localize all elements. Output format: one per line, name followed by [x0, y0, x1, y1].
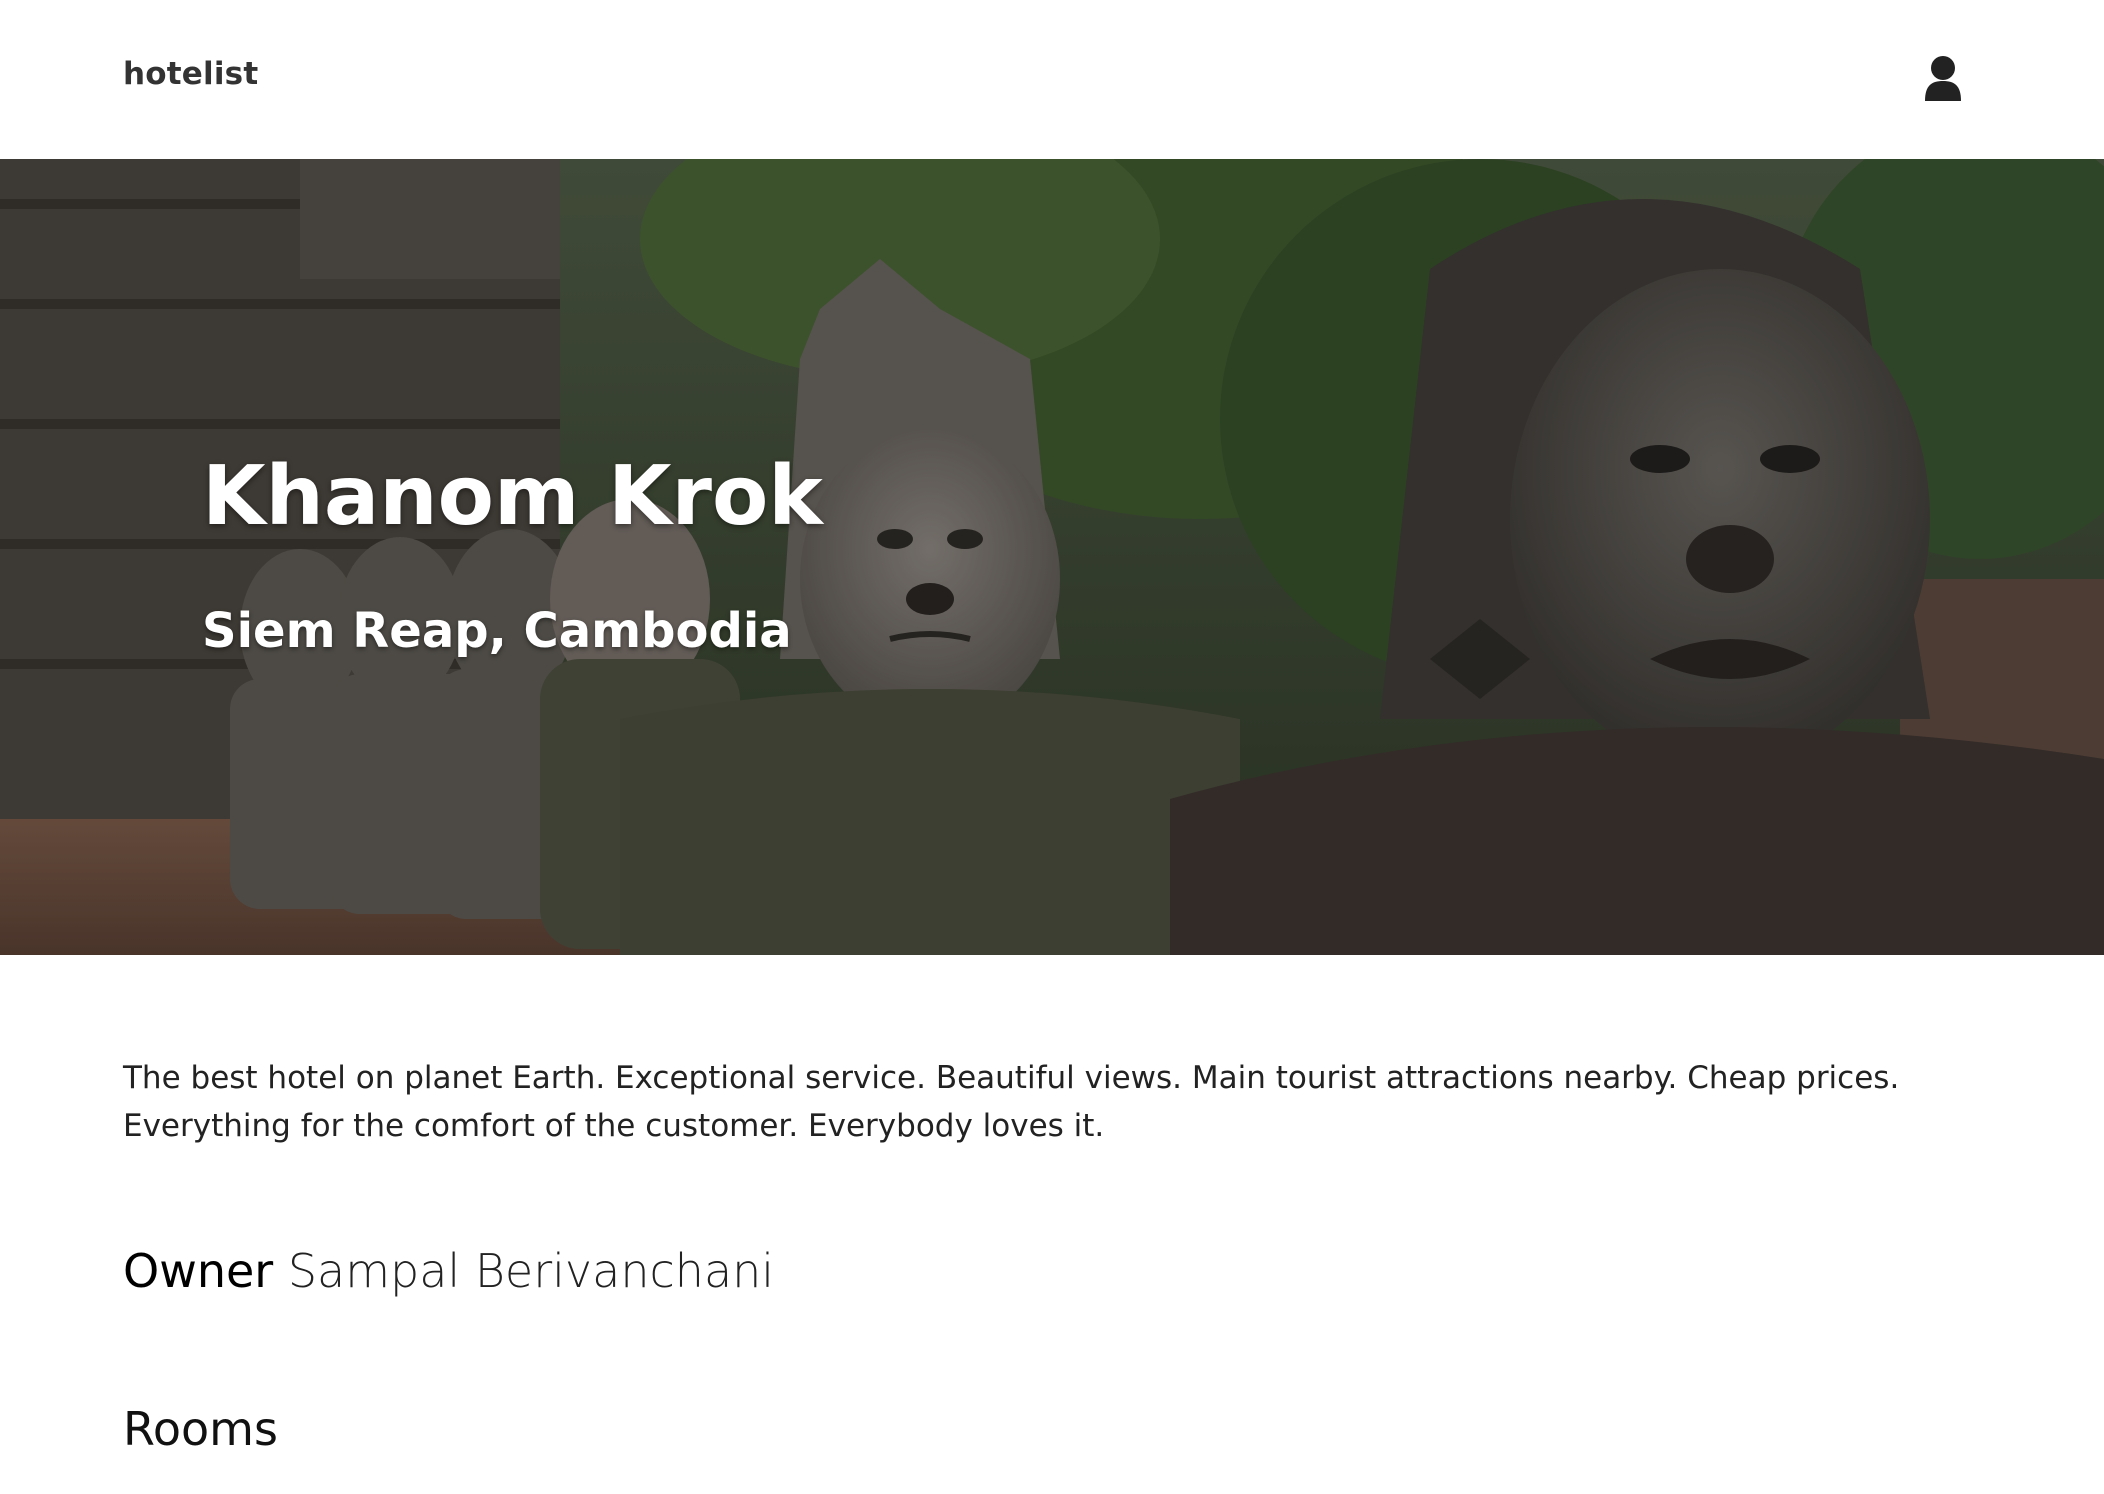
- hotel-page: hotelist Khanom Krok Siem Reap, Cambodia…: [0, 0, 2104, 1494]
- hotel-description: The best hotel on planet Earth. Exceptio…: [123, 1060, 1900, 1144]
- navbar: hotelist: [0, 0, 2104, 159]
- owner-label: Owner: [123, 1244, 274, 1298]
- brand-logo-link[interactable]: hotelist: [123, 56, 258, 92]
- user-icon[interactable]: [1920, 55, 1966, 103]
- owner-name: Sampal Berivanchani: [287, 1244, 775, 1298]
- hero-overlay: [0, 159, 2104, 955]
- owner-line: Owner Sampal Berivanchani: [123, 1244, 774, 1298]
- hotel-location: Siem Reap, Cambodia: [202, 603, 792, 659]
- rooms-heading: Rooms: [123, 1402, 278, 1456]
- hero-banner: Khanom Krok Siem Reap, Cambodia: [0, 159, 2104, 955]
- hotel-name: Khanom Krok: [202, 449, 823, 544]
